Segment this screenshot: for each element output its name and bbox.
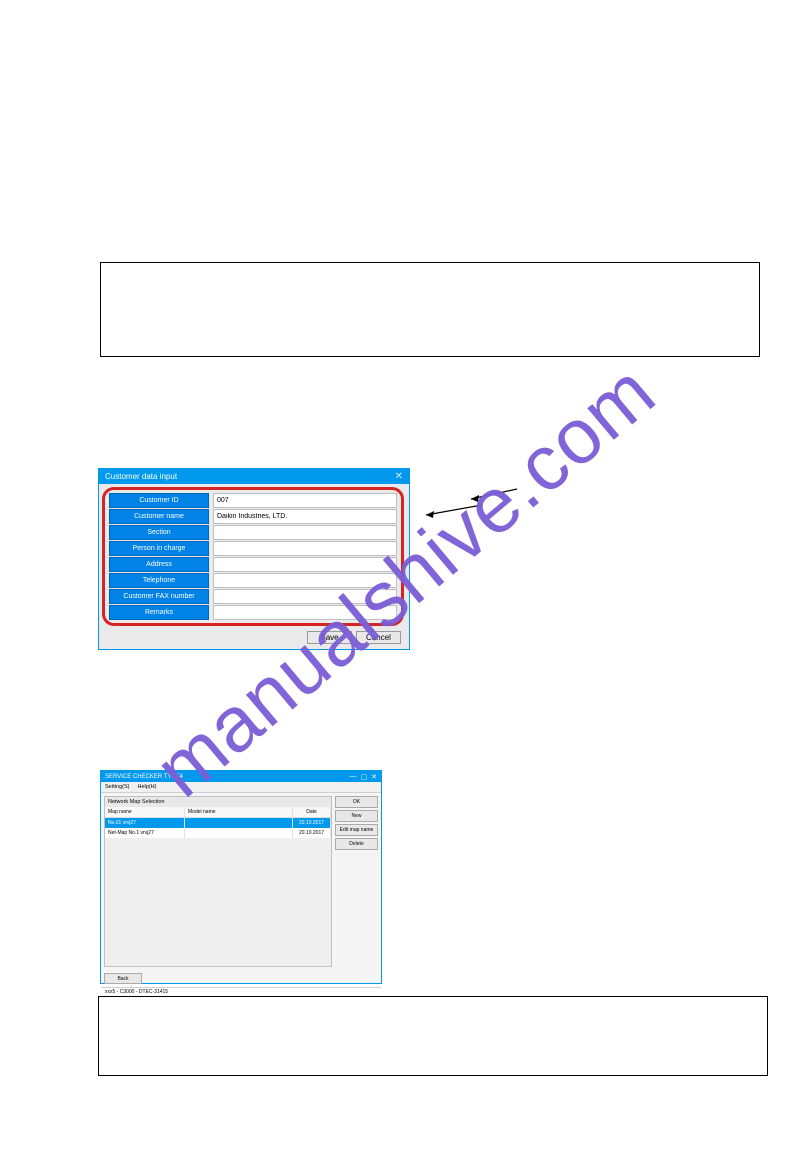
dialog2-body: Network Map Selection Map name Model nam…	[101, 793, 381, 970]
cell-model	[185, 828, 293, 838]
label-telephone: Telephone	[109, 573, 209, 588]
label-section: Section	[109, 525, 209, 540]
form-row-address: Address	[109, 557, 397, 572]
new-button[interactable]: New	[335, 810, 378, 822]
form-row-remarks: Remarks	[109, 605, 397, 620]
save-button[interactable]: Save	[307, 631, 352, 644]
grid-row-selected[interactable]: No.01 vrvj27 20.10.2017	[105, 818, 331, 828]
arrow-annotation-1	[469, 487, 519, 507]
menu-help[interactable]: Help(H)	[137, 784, 156, 790]
minimize-icon[interactable]: —	[350, 773, 357, 781]
arrow-annotation-2	[424, 503, 484, 523]
form-row-person: Person in charge	[109, 541, 397, 556]
service-checker-dialog: SERVICE CHECKER TYPE4 — ▢ ✕ Setting(S) H…	[100, 770, 382, 984]
content-box-top	[100, 262, 760, 357]
form-row-customer-id: Customer ID	[109, 493, 397, 508]
cell-name: No.01 vrvj27	[105, 818, 185, 828]
col-header-date: Date	[293, 807, 331, 817]
menu-setting[interactable]: Setting(S)	[105, 784, 129, 790]
cell-date: 20.10.2017	[293, 828, 331, 838]
menubar: Setting(S) Help(H)	[101, 782, 381, 793]
input-telephone[interactable]	[213, 573, 397, 588]
form-row-fax: Customer FAX number	[109, 589, 397, 604]
label-customer-id: Customer ID	[109, 493, 209, 508]
form-row-section: Section	[109, 525, 397, 540]
label-fax: Customer FAX number	[109, 589, 209, 604]
back-button[interactable]: Back	[104, 973, 142, 984]
input-fax[interactable]	[213, 589, 397, 604]
side-button-column: OK New Edit map name Delete	[332, 796, 378, 967]
dialog-button-row: Save Cancel	[99, 628, 409, 649]
col-header-name: Map name	[105, 807, 185, 817]
grid-rows: No.01 vrvj27 20.10.2017 Net-Map No.1 vrv…	[105, 818, 331, 966]
input-address[interactable]	[213, 557, 397, 572]
cell-date: 20.10.2017	[293, 818, 331, 828]
input-remarks[interactable]	[213, 605, 397, 620]
content-box-bottom	[98, 996, 768, 1076]
maximize-icon[interactable]: ▢	[361, 773, 368, 781]
input-customer-id[interactable]	[213, 493, 397, 508]
label-person: Person in charge	[109, 541, 209, 556]
grid-header: Map name Model name Date	[105, 807, 331, 818]
dialog2-footer: Back	[101, 970, 381, 987]
form-row-telephone: Telephone	[109, 573, 397, 588]
edit-map-name-button[interactable]: Edit map name	[335, 824, 378, 836]
highlighted-form-area: Customer ID Customer name Section Person…	[102, 487, 404, 626]
window-controls: — ▢ ✕	[350, 773, 378, 781]
cancel-button[interactable]: Cancel	[356, 631, 401, 644]
status-bar: xxx5 - C3000 - DTEC-31415	[101, 987, 381, 996]
panel-header: Network Map Selection	[105, 797, 331, 807]
label-remarks: Remarks	[109, 605, 209, 620]
form-row-customer-name: Customer name	[109, 509, 397, 524]
ok-button[interactable]: OK	[335, 796, 378, 808]
cell-model	[185, 818, 293, 828]
grid-row[interactable]: Net-Map No.1 vrvj27 20.10.2017	[105, 828, 331, 838]
map-list-panel: Network Map Selection Map name Model nam…	[104, 796, 332, 967]
input-person[interactable]	[213, 541, 397, 556]
input-section[interactable]	[213, 525, 397, 540]
dialog2-title: SERVICE CHECKER TYPE4	[105, 774, 183, 780]
input-customer-name[interactable]	[213, 509, 397, 524]
cell-name: Net-Map No.1 vrvj27	[105, 828, 185, 838]
label-customer-name: Customer name	[109, 509, 209, 524]
customer-data-dialog: Customer data input ✕ Customer ID Custom…	[98, 468, 410, 650]
close-icon[interactable]: ✕	[395, 471, 403, 482]
dialog-title: Customer data input	[105, 472, 177, 481]
dialog-titlebar: Customer data input ✕	[99, 469, 409, 484]
delete-button[interactable]: Delete	[335, 838, 378, 850]
label-address: Address	[109, 557, 209, 572]
col-header-model: Model name	[185, 807, 293, 817]
close-icon[interactable]: ✕	[371, 773, 377, 781]
dialog2-titlebar: SERVICE CHECKER TYPE4 — ▢ ✕	[101, 771, 381, 782]
